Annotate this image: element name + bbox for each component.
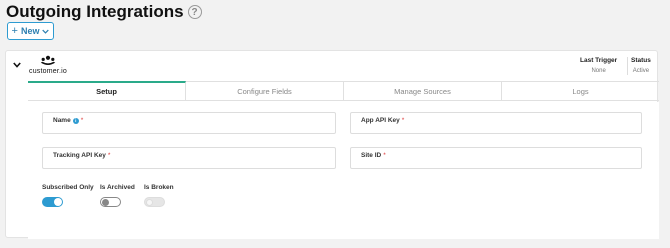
is-broken-label: Is Broken bbox=[144, 184, 174, 191]
last-trigger: Last Trigger None bbox=[580, 57, 617, 74]
new-button[interactable]: + New bbox=[7, 22, 54, 40]
is-archived-label: Is Archived bbox=[100, 184, 135, 191]
is-broken-toggle bbox=[144, 197, 165, 207]
logo-text: customer.io bbox=[29, 68, 67, 75]
info-icon[interactable]: i bbox=[72, 117, 79, 124]
site-id-label-text: Site ID bbox=[361, 152, 382, 159]
app-api-key-field[interactable]: App API Key * bbox=[350, 112, 642, 134]
site-id-label: Site ID * bbox=[361, 152, 386, 159]
integration-header[interactable]: customer.io Last Trigger None Status Act… bbox=[6, 51, 657, 81]
plus-icon: + bbox=[11, 25, 18, 37]
page-title-text: Outgoing Integrations bbox=[6, 2, 184, 21]
page-title: Outgoing Integrations ? bbox=[6, 2, 202, 22]
toggle-knob bbox=[146, 198, 153, 206]
tracking-api-key-label: Tracking API Key * bbox=[53, 152, 110, 159]
name-field[interactable]: Name i * bbox=[42, 112, 336, 134]
app-api-key-label: App API Key * bbox=[361, 117, 404, 124]
subscribed-only-toggle[interactable] bbox=[42, 197, 63, 207]
new-button-label: New bbox=[20, 26, 40, 36]
last-trigger-value: None bbox=[591, 68, 606, 74]
subscribed-only-label: Subscribed Only bbox=[42, 184, 94, 191]
setup-form: Name i * App API Key * Tracking API Key … bbox=[28, 102, 659, 239]
tab-manage-sources[interactable]: Manage Sources bbox=[344, 82, 502, 100]
app-api-key-label-text: App API Key bbox=[361, 117, 400, 124]
site-id-field[interactable]: Site ID * bbox=[350, 147, 642, 169]
tab-setup[interactable]: Setup bbox=[28, 81, 186, 100]
name-label-text: Name bbox=[53, 117, 71, 124]
tracking-api-key-label-text: Tracking API Key bbox=[53, 152, 106, 159]
status-value: Active bbox=[632, 68, 650, 74]
customer-io-logo-mark bbox=[40, 55, 56, 65]
required-asterisk: * bbox=[80, 117, 84, 124]
status: Status Active bbox=[631, 57, 651, 74]
toggle-knob bbox=[54, 198, 62, 206]
toggle-knob bbox=[102, 198, 109, 206]
meta-divider bbox=[627, 57, 628, 75]
last-trigger-label: Last Trigger bbox=[580, 57, 618, 64]
is-archived-toggle[interactable] bbox=[100, 197, 121, 207]
tracking-api-key-field[interactable]: Tracking API Key * bbox=[42, 147, 336, 169]
integration-card: customer.io Last Trigger None Status Act… bbox=[5, 50, 659, 239]
required-asterisk: * bbox=[401, 117, 405, 124]
tab-bar: Setup Configure Fields Manage Sources Lo… bbox=[28, 81, 659, 101]
help-icon[interactable]: ? bbox=[187, 5, 202, 19]
status-label: Status bbox=[631, 57, 651, 64]
collapse-chevron-icon[interactable] bbox=[13, 62, 21, 68]
chevron-down-icon bbox=[42, 29, 50, 34]
required-asterisk: * bbox=[107, 152, 111, 159]
required-asterisk: * bbox=[383, 152, 386, 159]
name-label: Name i * bbox=[53, 117, 83, 124]
customer-io-logo: customer.io bbox=[28, 55, 68, 75]
tab-logs[interactable]: Logs bbox=[502, 82, 659, 100]
tab-configure-fields[interactable]: Configure Fields bbox=[186, 82, 344, 100]
